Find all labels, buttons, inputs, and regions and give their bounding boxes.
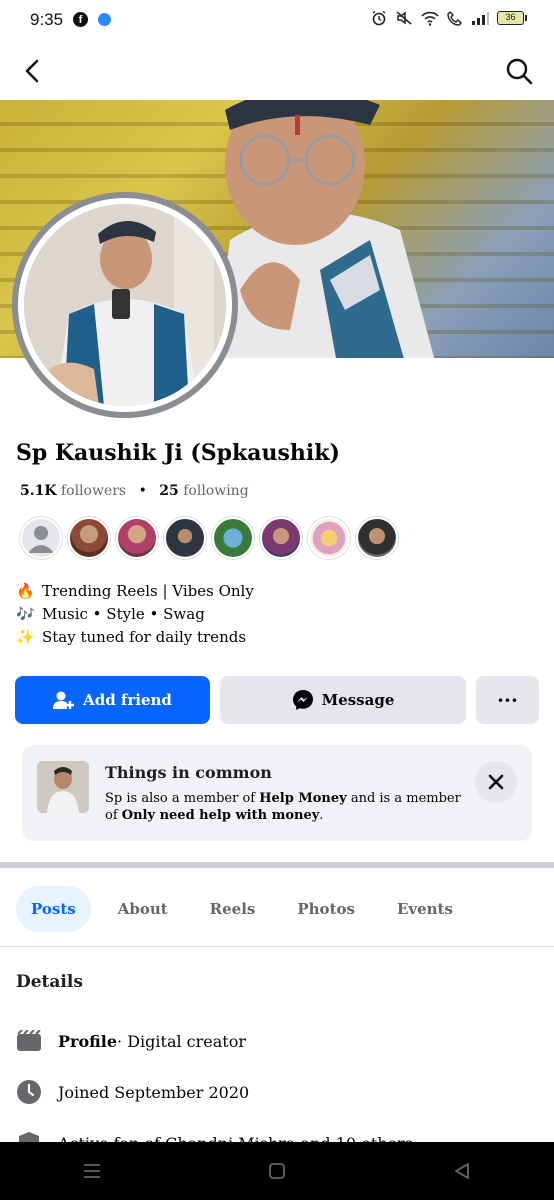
bio-line: 🎶 Music • Style • Swag xyxy=(16,603,254,626)
things-in-common-text: Sp is also a member of Help Money and is… xyxy=(105,790,465,824)
wifi-icon xyxy=(421,11,439,26)
status-time: 9:35 xyxy=(30,10,64,29)
detail-joined-text: Joined September 2020 xyxy=(58,1082,250,1102)
message-label: Message xyxy=(321,691,395,709)
tab-events[interactable]: Events xyxy=(382,886,468,932)
tabs-divider xyxy=(0,946,554,947)
friend-avatar[interactable] xyxy=(20,517,62,559)
stats-separator: • xyxy=(138,483,147,499)
common-text-part: Sp is also a member of xyxy=(105,791,260,806)
bio-line: 🔥 Trending Reels | Vibes Only xyxy=(16,580,254,603)
things-in-common-title: Things in common xyxy=(105,763,272,782)
dismiss-button[interactable] xyxy=(475,761,517,803)
follow-stats: 5.1K followers • 25 following xyxy=(20,483,249,499)
back-button[interactable] xyxy=(18,56,48,86)
group-thumbnail xyxy=(37,761,89,813)
profile-picture-image xyxy=(24,204,226,406)
status-icons: 36 xyxy=(371,10,527,26)
mute-icon xyxy=(396,11,412,25)
more-options-button[interactable]: ··· xyxy=(476,676,539,724)
section-divider xyxy=(0,862,554,868)
tab-posts[interactable]: Posts xyxy=(16,886,91,932)
detail-profile-label: Profile xyxy=(58,1031,118,1051)
system-navigation-bar xyxy=(0,1142,554,1200)
friend-avatar[interactable] xyxy=(308,517,350,559)
back-nav-icon[interactable] xyxy=(453,1162,471,1180)
more-icon: ··· xyxy=(497,688,518,712)
followers-link[interactable]: 5.1K followers xyxy=(20,483,126,499)
search-button[interactable] xyxy=(504,56,534,86)
clapperboard-icon xyxy=(16,1028,42,1054)
bio-line: ✨ Stay tuned for daily trends xyxy=(16,626,254,649)
status-bar: 9:35 f 36 xyxy=(0,0,554,42)
alarm-icon xyxy=(372,10,386,26)
add-friend-icon xyxy=(53,691,75,709)
friend-avatar[interactable] xyxy=(356,517,398,559)
following-label: following xyxy=(178,483,249,499)
add-friend-button[interactable]: Add friend xyxy=(15,676,210,724)
detail-joined: Joined September 2020 xyxy=(16,1079,249,1105)
messenger-icon xyxy=(292,690,313,710)
search-icon xyxy=(506,58,533,85)
followers-label: followers xyxy=(56,483,127,499)
recent-apps-icon[interactable] xyxy=(83,1163,101,1179)
following-link[interactable]: 25 following xyxy=(159,483,248,499)
tab-reels[interactable]: Reels xyxy=(195,886,271,932)
details-heading: Details xyxy=(16,972,83,992)
bio: 🔥 Trending Reels | Vibes Only 🎶 Music • St… xyxy=(16,580,254,649)
detail-profile: Profile · Digital creator xyxy=(16,1028,246,1054)
common-text-part: . xyxy=(319,808,324,823)
default-user-icon xyxy=(28,526,54,553)
fire-emoji: 🔥 xyxy=(16,582,35,600)
group-link[interactable]: Help Money xyxy=(259,791,346,806)
wifi-call-icon xyxy=(447,11,462,26)
friends-avatars xyxy=(20,517,398,559)
music-emoji: 🎶 xyxy=(16,605,35,623)
facebook-notification-icon: f xyxy=(73,12,88,27)
followers-count: 5.1K xyxy=(20,483,57,499)
tab-about[interactable]: About xyxy=(103,886,183,932)
group-link[interactable]: Only need help with money xyxy=(122,808,320,823)
detail-profile-value: · Digital creator xyxy=(117,1031,247,1051)
home-icon[interactable] xyxy=(268,1162,286,1180)
clock-icon xyxy=(16,1079,42,1105)
chevron-left-icon xyxy=(25,59,39,83)
avatar-person-illustration xyxy=(24,204,226,406)
friend-avatar[interactable] xyxy=(260,517,302,559)
profile-actions: Add friend Message ··· xyxy=(15,676,539,724)
add-friend-label: Add friend xyxy=(83,691,172,709)
bio-line-text: Trending Reels | Vibes Only xyxy=(42,582,254,600)
battery-icon: 36 xyxy=(497,11,527,25)
close-icon xyxy=(488,774,504,790)
following-count: 25 xyxy=(159,483,179,499)
friend-avatar[interactable] xyxy=(68,517,110,559)
app-notification-icon xyxy=(98,13,111,26)
things-in-common-card[interactable]: Things in common Sp is also a member of … xyxy=(22,745,532,841)
signal-icon xyxy=(472,12,489,25)
bio-line-text: Stay tuned for daily trends xyxy=(42,628,247,646)
friend-avatar[interactable] xyxy=(116,517,158,559)
friend-avatar[interactable] xyxy=(212,517,254,559)
friend-avatar[interactable] xyxy=(164,517,206,559)
sparkles-emoji: ✨ xyxy=(16,628,35,646)
message-button[interactable]: Message xyxy=(220,676,466,724)
bio-line-text: Music • Style • Swag xyxy=(42,605,205,623)
group-photo-illustration xyxy=(37,761,89,813)
profile-name: Sp Kaushik Ji (Spkaushik) xyxy=(16,440,340,466)
profile-tabs: Posts About Reels Photos Events xyxy=(16,885,480,933)
top-nav xyxy=(0,42,554,100)
tab-photos[interactable]: Photos xyxy=(282,886,370,932)
profile-picture[interactable] xyxy=(12,192,238,418)
